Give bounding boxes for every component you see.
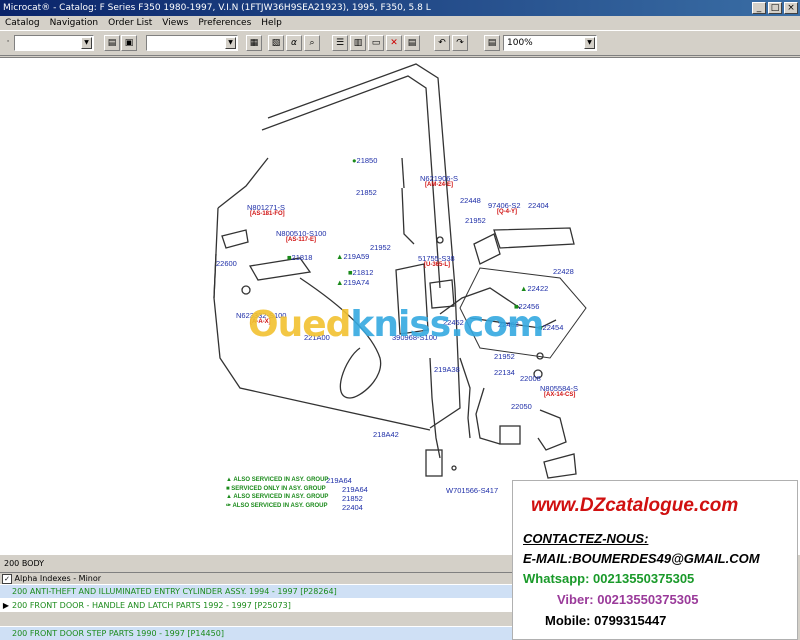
part-label[interactable]: 218A42 (373, 430, 399, 439)
ad-contact-heading: CONTACTEZ-NOUS: (523, 531, 649, 546)
part-label[interactable]: 22448 (460, 196, 481, 205)
part-code: [U-365-L] (424, 262, 451, 268)
minimize-button[interactable]: _ (752, 2, 766, 14)
index-panel: 200 BODY ✓ Alpha Indexes - Minor 200 ANT… (0, 556, 514, 640)
ad-website: www.DZcatalogue.com (531, 495, 739, 516)
maximize-button[interactable]: □ (768, 2, 782, 14)
table-icon[interactable]: ▥ (350, 35, 366, 51)
menu-navigation[interactable]: Navigation (45, 16, 104, 30)
part-label[interactable]: 219A38 (434, 365, 460, 374)
search-icon[interactable]: ⌕ (304, 35, 320, 51)
preview-icon[interactable]: ▣ (121, 35, 137, 51)
legend-item: ✑ ALSO SERVICED IN ASY. GROUP (226, 502, 328, 509)
part-label[interactable]: 219A64 (342, 485, 368, 494)
menu-bar: Catalog Navigation Order List Views Pref… (0, 16, 800, 30)
zoom-value: 100% (507, 38, 533, 48)
ad-mobile: Mobile: 0799315447 (545, 613, 667, 628)
checkbox-icon[interactable]: ✓ (2, 573, 12, 584)
back-icon[interactable]: ↶ (434, 35, 450, 51)
toolbar: · ▼ ▤ ▣ ▼ ▦ ▧ α ⌕ ☰ ▥ ▭ ✕ ▤ ↶ ↷ ▤ 100% ▼ (0, 30, 800, 56)
outside-handle-22404 (493, 227, 575, 249)
rod-21850 (401, 157, 405, 189)
rod-22134 (475, 387, 501, 445)
alpha-icon[interactable]: α (286, 35, 302, 51)
rod-21852 (401, 187, 415, 245)
part-label[interactable]: W701566-S417 (446, 486, 498, 495)
part-code: [AX-14-CS] (544, 392, 576, 398)
part-label[interactable]: 22050 (511, 402, 532, 411)
part-label[interactable]: ▲219A74 (336, 278, 369, 287)
index-row[interactable]: 200 FRONT DOOR STEP PARTS 1990 - 1997 [P… (0, 626, 512, 640)
part-icon[interactable]: ▧ (268, 35, 284, 51)
section-header: 200 BODY (4, 559, 45, 568)
window-icon[interactable]: ▭ (368, 35, 384, 51)
ad-viber: Viber: 00213550375305 (557, 592, 699, 607)
diagram-legend: ▲ ALSO SERVICED IN ASY. GROUP ■ SERVICED… (226, 476, 328, 510)
part-label[interactable]: 21852 (356, 188, 377, 197)
ad-whatsapp: Whatsapp: 00213550375305 (523, 571, 695, 586)
part-code: [AS-181-FO] (250, 211, 285, 217)
part-label[interactable]: 22428 (553, 267, 574, 276)
title-bar: Microcat® - Catalog: F Series F350 1980-… (0, 0, 800, 16)
print-icon[interactable]: ▤ (104, 35, 120, 51)
part-code: [Q-4-Y] (497, 209, 517, 215)
chevron-down-icon: ▼ (584, 37, 595, 49)
row-pointer-icon: ▶ (2, 601, 10, 610)
part-label[interactable]: ■21818 (287, 253, 312, 262)
save-icon[interactable]: ▤ (404, 35, 420, 51)
part-label[interactable]: 22404 (342, 503, 363, 512)
index-row-selected[interactable]: ▶ 200 FRONT DOOR - HANDLE AND LATCH PARTS… (0, 598, 512, 612)
menu-views[interactable]: Views (157, 16, 193, 30)
part-label[interactable]: ■21812 (348, 268, 373, 277)
image-icon[interactable]: ▦ (246, 35, 262, 51)
window-title: Microcat® - Catalog: F Series F350 1980-… (3, 3, 431, 13)
notes-icon[interactable]: ▤ (484, 35, 500, 51)
delete-icon[interactable]: ✕ (386, 35, 402, 51)
legend-item: ▲ ALSO SERVICED IN ASY. GROUP (226, 494, 329, 500)
part-label[interactable]: ●21850 (352, 156, 377, 165)
door-front-edge (217, 157, 269, 209)
catalog-select[interactable]: ▼ (14, 35, 94, 51)
menu-order-list[interactable]: Order List (103, 16, 157, 30)
handle-bezel-22600 (221, 229, 249, 249)
legend-item: ■ SERVICED ONLY IN ASY. GROUP (226, 485, 326, 492)
alpha-index-header: ✓ Alpha Indexes - Minor (0, 572, 514, 584)
toolbar-grip: · (3, 35, 13, 51)
section-select[interactable]: ▼ (146, 35, 238, 51)
chevron-down-icon: ▼ (81, 37, 92, 49)
part-code: [AS-117-E] (286, 237, 317, 243)
forward-icon[interactable]: ↷ (452, 35, 468, 51)
legend-item: ▲ ALSO SERVICED IN ASY. GROUP (226, 477, 329, 483)
part-label[interactable]: 219A64 (326, 476, 352, 485)
close-button[interactable]: × (784, 2, 798, 14)
cylinder-22050 (537, 409, 567, 451)
part-label[interactable]: 22404 (528, 201, 549, 210)
advertisement-box: www.DZcatalogue.com CONTACTEZ-NOUS: E-MA… (512, 480, 798, 640)
zoom-select[interactable]: 100% ▼ (503, 35, 597, 51)
part-label[interactable]: 21952 (370, 243, 391, 252)
part-label[interactable]: 22008 (520, 374, 541, 383)
watermark: Ouedkniss.com (248, 304, 544, 345)
part-label[interactable]: 21952 (465, 216, 486, 225)
part-code: [AM-24-E] (425, 182, 453, 188)
menu-catalog[interactable]: Catalog (0, 16, 45, 30)
chevron-down-icon: ▼ (225, 37, 236, 49)
part-label[interactable]: ▲219A59 (336, 252, 369, 261)
part-label[interactable]: 21852 (342, 494, 363, 503)
menu-help[interactable]: Help (256, 16, 287, 30)
ad-email: E-MAIL:BOUMERDES49@GMAIL.COM (523, 551, 760, 566)
index-row[interactable]: 200 ANTI-THEFT AND ILLUMINATED ENTRY CYL… (0, 584, 512, 598)
menu-preferences[interactable]: Preferences (193, 16, 256, 30)
part-label[interactable]: 21952 (494, 352, 515, 361)
part-label[interactable]: ▲22422 (520, 284, 548, 293)
list-icon[interactable]: ☰ (332, 35, 348, 51)
part-label[interactable]: 22134 (494, 368, 515, 377)
part-label[interactable]: 22600 (216, 259, 237, 268)
